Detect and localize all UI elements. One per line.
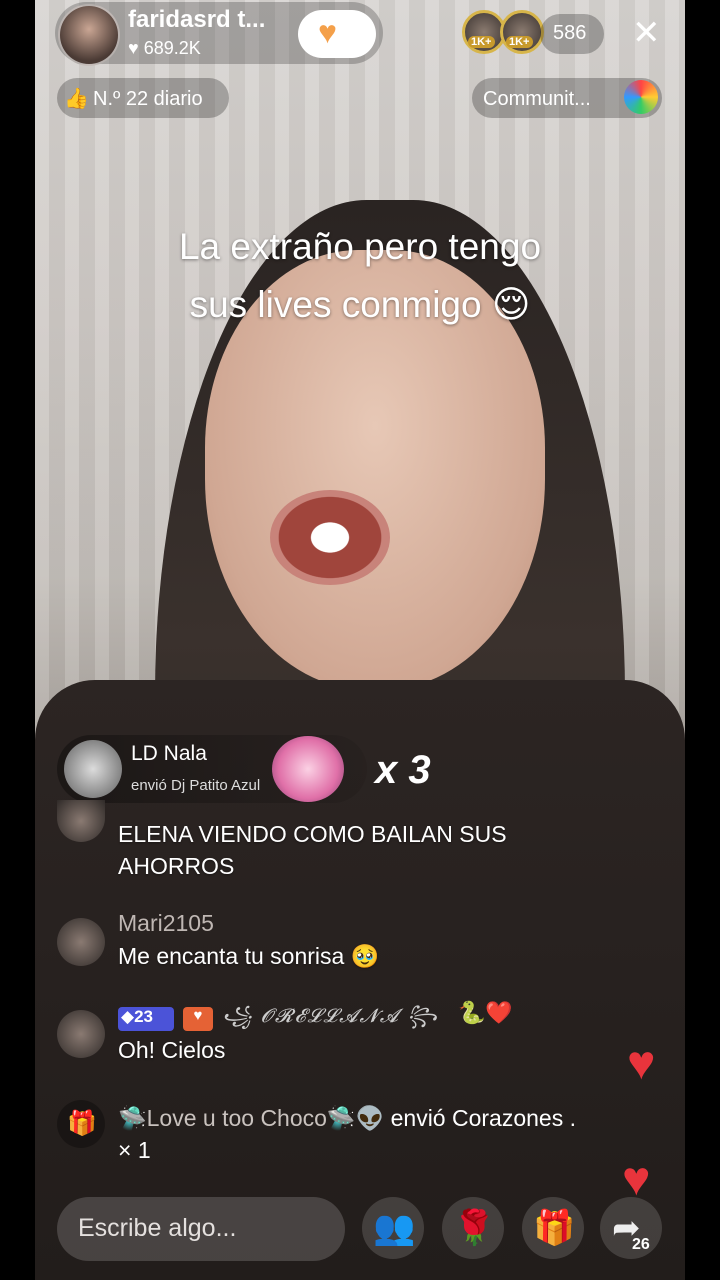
video-caption: La extraño pero tengo sus lives conmigo … (110, 218, 610, 334)
level-number: 23 (134, 1007, 153, 1026)
close-icon[interactable]: ✕ (632, 16, 661, 50)
host-mouth (270, 490, 390, 585)
chat-message-line: ELENA VIENDO COMO BAILAN SUS (118, 821, 507, 847)
system-gift-action: envió Corazones . (384, 1105, 576, 1131)
live-video-frame (35, 0, 685, 1280)
viewer-count: 586 (553, 22, 587, 44)
gift-image (272, 736, 344, 802)
diamond-icon: ◆ (121, 1007, 135, 1026)
rose-icon: 🌹 (453, 1209, 496, 1247)
system-gift-sender[interactable]: 🛸Love u too Choco🛸👽 (118, 1105, 384, 1131)
chat-username[interactable]: ꧁ 𝓞𝓡𝓔𝓛𝓛𝓐𝓝𝓐 ꧂ (222, 1002, 439, 1040)
host-name[interactable]: faridasrd t... (128, 6, 265, 34)
comment-placeholder: Escribe algo... (78, 1214, 237, 1242)
snake-heart-icons: 🐍❤️ (458, 1000, 513, 1025)
gift-sender-avatar[interactable] (64, 740, 122, 798)
follow-count: 18 (340, 30, 356, 46)
system-gift-count: × 1 (118, 1137, 151, 1163)
community-text: Communit... (483, 88, 591, 110)
people-icon: 👥 (373, 1209, 416, 1247)
gift-icon: 🎁 (533, 1209, 576, 1247)
host-likes: ♥ 689.2K (128, 38, 201, 58)
heart-icon: ♥ (193, 1007, 203, 1024)
chat-message: ELENA VIENDO COMO BAILAN SUS AHORROS (118, 818, 507, 882)
chat-username[interactable]: Mari2105 (118, 910, 214, 937)
top-viewer-tag-2: 1K+ (506, 36, 533, 48)
follow-button[interactable] (298, 10, 376, 58)
chat-message: Me encanta tu sonrisa 🥹 (118, 943, 380, 969)
gift-box-icon: 🎁 (67, 1110, 97, 1137)
community-icon (624, 80, 658, 114)
gift-sender-name[interactable]: LD Nala (131, 742, 207, 766)
thumbs-up-icon: 👍 (64, 88, 89, 110)
chat-message: Oh! Cielos (118, 1037, 226, 1063)
caption-line-1: La extraño pero tengo (178, 226, 542, 267)
caption-line-2: sus lives conmigo 😌 (189, 284, 531, 325)
level-badge: ◆23 (118, 1007, 174, 1031)
gift-description: envió Dj Patito Azul (131, 777, 261, 794)
floating-heart-icon: ♥ (627, 1037, 656, 1090)
heart-icon: ♥ (318, 14, 337, 50)
chat-avatar[interactable] (57, 918, 105, 966)
top-viewer-tag-1: 1K+ (468, 36, 495, 48)
gift-count: x 3 (375, 748, 431, 792)
host-avatar[interactable] (58, 4, 120, 66)
chat-avatar[interactable] (57, 1010, 105, 1058)
daily-rank-text: N.º 22 diario (93, 88, 203, 110)
system-gift-message: 🛸Love u too Choco🛸👽 envió Corazones . × … (118, 1102, 658, 1166)
chat-message-line: AHORROS (118, 853, 235, 879)
share-count: 26 (632, 1236, 650, 1253)
fan-club-badge: ♥ (183, 1007, 213, 1031)
